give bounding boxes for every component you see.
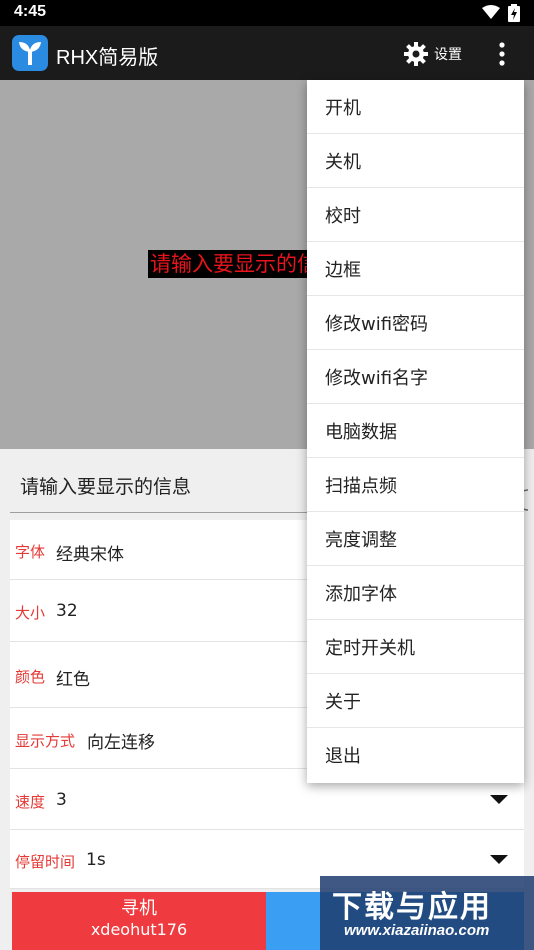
size-label: 大小 xyxy=(15,604,46,622)
menu-item-label: 修改wifi名字 xyxy=(325,368,429,389)
find-device-title: 寻机 xyxy=(121,898,157,919)
menu-item-power-off[interactable]: 关机 xyxy=(307,134,524,188)
font-label: 字体 xyxy=(15,543,46,561)
settings-button[interactable]: 设置 xyxy=(404,40,462,68)
menu-item-scheduled-power[interactable]: 定时开关机 xyxy=(307,620,524,674)
menu-item-scan-frequency[interactable]: 扫描点频 xyxy=(307,458,524,512)
menu-item-label: 校时 xyxy=(325,206,361,227)
menu-item-label: 边框 xyxy=(325,260,361,281)
display-mode-value: 向左连移 xyxy=(87,733,155,753)
overflow-menu: 开机 关机 校时 边框 修改wifi密码 修改wifi名字 电脑数据 扫描点频 … xyxy=(307,80,524,783)
size-value: 32 xyxy=(56,601,78,621)
menu-item-label: 亮度调整 xyxy=(325,530,397,551)
menu-item-label: 扫描点频 xyxy=(325,476,397,497)
app-bar: RHX简易版 设置 xyxy=(0,26,534,80)
menu-item-label: 关机 xyxy=(325,152,361,173)
menu-item-label: 电脑数据 xyxy=(325,422,397,443)
dwell-time-value: 1s xyxy=(86,850,106,870)
menu-item-sync-time[interactable]: 校时 xyxy=(307,188,524,242)
menu-item-brightness[interactable]: 亮度调整 xyxy=(307,512,524,566)
menu-item-label: 开机 xyxy=(325,98,361,119)
app-title: RHX简易版 xyxy=(56,47,159,69)
gear-icon xyxy=(404,42,428,66)
find-device-button[interactable]: 寻机 xdeohut176 xyxy=(12,892,266,950)
watermark-title: 下载与应用 xyxy=(332,891,492,924)
status-bar: 4:45 xyxy=(0,0,534,26)
wifi-icon xyxy=(482,5,500,19)
menu-item-change-wifi-name[interactable]: 修改wifi名字 xyxy=(307,350,524,404)
menu-item-about[interactable]: 关于 xyxy=(307,674,524,728)
status-time: 4:45 xyxy=(14,3,47,20)
menu-item-exit[interactable]: 退出 xyxy=(307,728,524,781)
settings-label: 设置 xyxy=(434,47,462,63)
menu-item-change-wifi-password[interactable]: 修改wifi密码 xyxy=(307,296,524,350)
battery-icon xyxy=(508,4,520,22)
menu-item-label: 退出 xyxy=(325,746,361,767)
menu-item-power-on[interactable]: 开机 xyxy=(307,80,524,134)
speed-dropdown-icon[interactable] xyxy=(490,795,508,804)
message-input-placeholder: 请输入要显示的信息 xyxy=(20,476,192,498)
menu-item-border[interactable]: 边框 xyxy=(307,242,524,296)
dwell-time-label: 停留时间 xyxy=(15,853,76,871)
menu-item-pc-data[interactable]: 电脑数据 xyxy=(307,404,524,458)
color-value: 红色 xyxy=(56,670,90,690)
app-logo-icon xyxy=(12,35,48,71)
find-device-name: xdeohut176 xyxy=(90,920,188,939)
more-vert-icon[interactable] xyxy=(492,40,512,68)
speed-value: 3 xyxy=(56,790,67,810)
menu-item-label: 添加字体 xyxy=(325,584,397,605)
dwell-time-dropdown-icon[interactable] xyxy=(490,855,508,864)
menu-item-add-font[interactable]: 添加字体 xyxy=(307,566,524,620)
watermark-url: www.xiazaiinao.com xyxy=(344,922,490,939)
display-mode-label: 显示方式 xyxy=(15,732,76,750)
menu-item-label: 关于 xyxy=(325,692,361,713)
menu-item-label: 修改wifi密码 xyxy=(325,314,429,335)
font-value: 经典宋体 xyxy=(56,545,124,565)
watermark-logo: 下载与应用 www.xiazaiinao.com xyxy=(320,876,534,950)
menu-item-label: 定时开关机 xyxy=(325,638,415,659)
color-label: 颜色 xyxy=(15,668,46,686)
speed-label: 速度 xyxy=(15,793,46,811)
